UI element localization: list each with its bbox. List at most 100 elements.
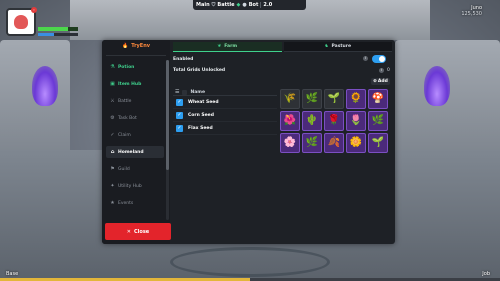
- enabled-label: Enabled: [173, 57, 194, 62]
- player-info: Juno 125,530: [461, 5, 482, 17]
- brand-label: TryEnv: [131, 43, 151, 49]
- utility-icon: ✦: [110, 183, 115, 189]
- homeland-icon: ⌂: [110, 149, 115, 155]
- close-button[interactable]: ✕ Close: [105, 223, 171, 240]
- bot-label[interactable]: Bot: [249, 2, 259, 8]
- script-panel: 🔥 TryEnv ⚗ Potion ▣ Item Hub ⚔ Battle ⚙ Task Bo…: [102, 40, 395, 244]
- sidebar-item-item-hub[interactable]: ▣ Item Hub: [106, 78, 164, 90]
- sidebar-item-label: Utility Hub: [118, 183, 142, 189]
- seed-checkbox[interactable]: ✓: [176, 111, 183, 119]
- sidebar-item-guild[interactable]: ⚑ Guild: [106, 163, 164, 175]
- player-coords: 125,530: [461, 11, 482, 17]
- notification-badge: !: [31, 7, 37, 13]
- list-item[interactable]: ✓ Corn Seed: [173, 109, 277, 122]
- sidebar-item-battle[interactable]: ⚔ Battle: [106, 95, 164, 107]
- farm-content: ❦ Farm ♞ Pasture Enabled i Total Grids U…: [173, 42, 392, 240]
- base-label[interactable]: Base: [6, 271, 18, 277]
- player-avatar[interactable]: !: [6, 7, 37, 36]
- seed-slot[interactable]: 🌹: [324, 111, 344, 131]
- sidebar-item-label: Guild: [118, 166, 130, 172]
- seed-grid: 🌾 🌿 🌱 🌻 🍄 🌺 🌵 🌹 🌷 🌿 🌸 🌿 🍂 🌼 🌱: [280, 89, 392, 153]
- enabled-toggle[interactable]: [372, 55, 386, 63]
- sidebar-item-events[interactable]: ★ Events: [106, 197, 164, 209]
- seed-list-header: ☰ Name: [173, 89, 277, 96]
- item-hub-icon: ▣: [110, 81, 115, 87]
- diamond-icon: ◆: [236, 2, 241, 8]
- leaf-icon: ❦: [217, 44, 222, 49]
- seed-slot[interactable]: 🍄: [368, 89, 388, 109]
- sidebar-item-utility-hub[interactable]: ✦ Utility Hub: [106, 180, 164, 192]
- shield-icon: ⛉: [211, 2, 216, 8]
- close-icon: ✕: [126, 228, 131, 235]
- battle-label[interactable]: Battle: [217, 2, 234, 8]
- total-grids-label: Total Grids Unlocked: [173, 68, 226, 73]
- seed-slot[interactable]: 🌱: [368, 133, 388, 153]
- tab-pasture-label: Pasture: [331, 44, 352, 49]
- tab-farm[interactable]: ❦ Farm: [173, 42, 282, 52]
- seed-slot[interactable]: 🌿: [302, 89, 322, 109]
- plus-icon: ⊕: [373, 79, 377, 84]
- grids-info-icon[interactable]: i: [379, 68, 384, 73]
- seed-slot[interactable]: 🌸: [280, 133, 300, 153]
- toggle-knob: [379, 56, 385, 62]
- sidebar-item-label: Homeland: [118, 149, 144, 155]
- seed-slot[interactable]: 🌼: [346, 133, 366, 153]
- divider: [260, 2, 262, 8]
- portal-right[interactable]: [424, 66, 450, 106]
- main-label[interactable]: Main: [196, 2, 210, 8]
- sidebar-item-label: Potion: [118, 64, 135, 70]
- enabled-info-icon[interactable]: i: [363, 56, 368, 61]
- seed-slot[interactable]: 🌵: [302, 111, 322, 131]
- seed-name: Corn Seed: [188, 112, 214, 118]
- seed-slot[interactable]: 🌾: [280, 89, 300, 109]
- mana-bar: [38, 33, 78, 36]
- seed-slot[interactable]: 🌺: [280, 111, 300, 131]
- tab-farm-label: Farm: [224, 44, 238, 49]
- list-item[interactable]: ✓ Flax Seed: [173, 122, 277, 135]
- total-grids-value: 0: [387, 68, 390, 73]
- health-bar-fill: [38, 27, 68, 31]
- menu-icon[interactable]: ☰: [175, 89, 179, 95]
- seed-checkbox[interactable]: ✓: [176, 124, 183, 132]
- seed-name: Flax Seed: [188, 125, 213, 131]
- sidebar-item-potion[interactable]: ⚗ Potion: [106, 61, 164, 73]
- brand: 🔥 TryEnv: [102, 40, 170, 52]
- seed-slot[interactable]: 🍂: [324, 133, 344, 153]
- seed-slot[interactable]: 🌻: [346, 89, 366, 109]
- sidebar-item-label: Item Hub: [118, 81, 142, 87]
- brand-divider: [106, 55, 166, 56]
- sidebar-item-label: Task Bot: [118, 115, 137, 121]
- add-button[interactable]: ⊕ Add: [371, 78, 390, 85]
- seed-slot[interactable]: 🌷: [346, 111, 366, 131]
- sidebar-item-homeland[interactable]: ⌂ Homeland: [106, 146, 164, 158]
- seed-list: ☰ Name ✓ Wheat Seed ✓ Corn Seed ✓ Flax Seed: [173, 89, 277, 149]
- sidebar-scrollbar[interactable]: [166, 60, 169, 220]
- sidebar-scroll-thumb[interactable]: [166, 60, 169, 170]
- top-mode-bar: Main ⛉ Battle ◆ ● Bot 2.0: [193, 0, 306, 10]
- events-icon: ★: [110, 200, 115, 206]
- bot-icon: ●: [242, 2, 247, 8]
- tab-pasture[interactable]: ♞ Pasture: [283, 42, 392, 52]
- sidebar: 🔥 TryEnv ⚗ Potion ▣ Item Hub ⚔ Battle ⚙ Task Bo…: [102, 40, 171, 244]
- flame-icon: 🔥: [121, 43, 129, 49]
- portal-left[interactable]: [32, 66, 58, 106]
- battle-icon: ⚔: [110, 98, 115, 104]
- job-label[interactable]: Job: [482, 271, 490, 277]
- claim-icon: ✓: [110, 132, 115, 138]
- pasture-icon: ♞: [324, 44, 329, 49]
- seed-slot[interactable]: 🌿: [368, 111, 388, 131]
- add-label: Add: [377, 79, 388, 84]
- potion-icon: ⚗: [110, 64, 115, 70]
- seed-slot[interactable]: 🌿: [302, 133, 322, 153]
- sidebar-item-task-bot[interactable]: ⚙ Task Bot: [106, 112, 164, 124]
- version-label: 2.0: [263, 2, 273, 8]
- list-item[interactable]: ✓ Wheat Seed: [173, 96, 277, 109]
- sidebar-item-claim[interactable]: ✓ Claim: [106, 129, 164, 141]
- health-bar: [38, 27, 78, 31]
- seed-checkbox[interactable]: ✓: [176, 98, 183, 106]
- sidebar-item-label: Battle: [118, 98, 132, 104]
- tab-bar: ❦ Farm ♞ Pasture: [173, 42, 392, 52]
- mana-bar-fill: [38, 33, 54, 36]
- select-all-checkbox[interactable]: [182, 89, 188, 95]
- seed-slot[interactable]: 🌱: [324, 89, 344, 109]
